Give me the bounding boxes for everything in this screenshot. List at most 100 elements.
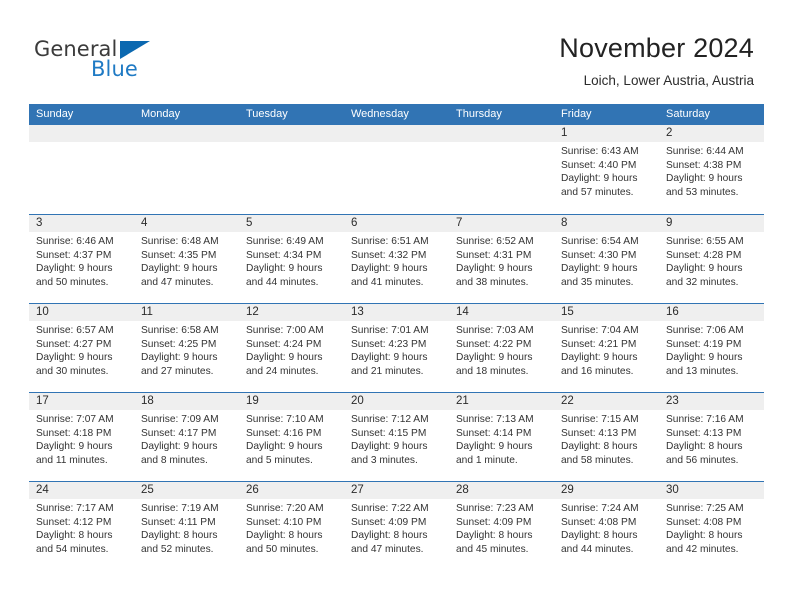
- day-sun-info: Sunrise: 7:03 AM Sunset: 4:22 PM Daylight:…: [449, 321, 554, 378]
- day-cell[interactable]: 16 Sunrise: 7:06 AM Sunset: 4:19 PM Dayligh…: [659, 304, 764, 392]
- day-number: 24: [29, 482, 134, 499]
- calendar-week-row: 10 Sunrise: 6:57 AM Sunset: 4:27 PM Dayligh…: [29, 303, 764, 392]
- daylight-text-line2: and 3 minutes.: [351, 454, 418, 466]
- day-number: 16: [659, 304, 764, 321]
- day-number: 7: [449, 215, 554, 232]
- day-cell[interactable]: 28 Sunrise: 7:23 AM Sunset: 4:09 PM Dayligh…: [449, 482, 554, 570]
- sunrise-text: Sunrise: 7:22 AM: [351, 503, 429, 514]
- day-sun-info: Sunrise: 7:16 AM Sunset: 4:13 PM Daylight:…: [659, 410, 764, 467]
- day-sun-info: Sunrise: 6:58 AM Sunset: 4:25 PM Daylight:…: [134, 321, 239, 378]
- daylight-text-line2: and 47 minutes.: [351, 543, 424, 555]
- day-number: 18: [134, 393, 239, 410]
- day-sun-info: Sunrise: 7:09 AM Sunset: 4:17 PM Daylight:…: [134, 410, 239, 467]
- daylight-text-line1: Daylight: 8 hours: [351, 530, 428, 541]
- calendar-grid: Sunday Monday Tuesday Wednesday Thursday Frid…: [29, 104, 764, 570]
- day-cell[interactable]: 30 Sunrise: 7:25 AM Sunset: 4:08 PM Dayligh…: [659, 482, 764, 570]
- daylight-text-line1: Daylight: 9 hours: [666, 173, 743, 184]
- daylight-text-line1: Daylight: 9 hours: [666, 352, 743, 363]
- calendar-page: General Blue November 2024 Loich, Lower …: [0, 0, 792, 612]
- sunrise-text: Sunrise: 6:57 AM: [36, 325, 114, 336]
- location-subtitle: Loich, Lower Austria, Austria: [583, 73, 754, 88]
- daylight-text-line2: and 44 minutes.: [561, 543, 634, 555]
- day-cell[interactable]: 3 Sunrise: 6:46 AM Sunset: 4:37 PM Daylight…: [29, 215, 134, 303]
- daylight-text-line1: Daylight: 8 hours: [456, 530, 533, 541]
- day-cell[interactable]: 29 Sunrise: 7:24 AM Sunset: 4:08 PM Dayligh…: [554, 482, 659, 570]
- day-cell[interactable]: 13 Sunrise: 7:01 AM Sunset: 4:23 PM Dayligh…: [344, 304, 449, 392]
- day-number: 8: [554, 215, 659, 232]
- calendar-week-row: 1 Sunrise: 6:43 AM Sunset: 4:40 PM Daylight…: [29, 125, 764, 214]
- day-cell[interactable]: 17 Sunrise: 7:07 AM Sunset: 4:18 PM Dayligh…: [29, 393, 134, 481]
- day-cell[interactable]: 15 Sunrise: 7:04 AM Sunset: 4:21 PM Dayligh…: [554, 304, 659, 392]
- day-cell[interactable]: 20 Sunrise: 7:12 AM Sunset: 4:15 PM Dayligh…: [344, 393, 449, 481]
- day-sun-info: Sunrise: 6:43 AM Sunset: 4:40 PM Daylight:…: [554, 142, 659, 199]
- day-number: 21: [449, 393, 554, 410]
- day-cell[interactable]: 14 Sunrise: 7:03 AM Sunset: 4:22 PM Dayligh…: [449, 304, 554, 392]
- day-cell[interactable]: 1 Sunrise: 6:43 AM Sunset: 4:40 PM Daylight…: [554, 125, 659, 214]
- day-cell[interactable]: 21 Sunrise: 7:13 AM Sunset: 4:14 PM Dayligh…: [449, 393, 554, 481]
- daylight-text-line2: and 11 minutes.: [36, 454, 108, 466]
- weekday-header-tuesday: Tuesday: [246, 108, 288, 120]
- daylight-text-line2: and 56 minutes.: [666, 454, 739, 466]
- day-sun-info: Sunrise: 7:01 AM Sunset: 4:23 PM Daylight:…: [344, 321, 449, 378]
- daylight-text-line2: and 50 minutes.: [36, 276, 109, 288]
- day-number: 23: [659, 393, 764, 410]
- day-cell[interactable]: 10 Sunrise: 6:57 AM Sunset: 4:27 PM Dayligh…: [29, 304, 134, 392]
- day-cell[interactable]: 9 Sunrise: 6:55 AM Sunset: 4:28 PM Daylight…: [659, 215, 764, 303]
- day-sun-info: Sunrise: 7:17 AM Sunset: 4:12 PM Daylight:…: [29, 499, 134, 556]
- calendar-week-row: 17 Sunrise: 7:07 AM Sunset: 4:18 PM Dayligh…: [29, 392, 764, 481]
- day-sun-info: Sunrise: 7:20 AM Sunset: 4:10 PM Daylight:…: [239, 499, 344, 556]
- daylight-text-line1: Daylight: 8 hours: [141, 530, 218, 541]
- daylight-text-line2: and 38 minutes.: [456, 276, 529, 288]
- day-number: 12: [239, 304, 344, 321]
- day-cell[interactable]: 5 Sunrise: 6:49 AM Sunset: 4:34 PM Daylight…: [239, 215, 344, 303]
- day-number: 11: [134, 304, 239, 321]
- day-cell[interactable]: 22 Sunrise: 7:15 AM Sunset: 4:13 PM Dayligh…: [554, 393, 659, 481]
- day-cell-empty: [344, 125, 449, 214]
- sunset-text: Sunset: 4:24 PM: [246, 338, 322, 350]
- calendar-weeks: 1 Sunrise: 6:43 AM Sunset: 4:40 PM Daylight…: [29, 125, 764, 570]
- day-cell[interactable]: 6 Sunrise: 6:51 AM Sunset: 4:32 PM Daylight…: [344, 215, 449, 303]
- sunrise-text: Sunrise: 6:44 AM: [666, 146, 744, 157]
- sunset-text: Sunset: 4:19 PM: [666, 338, 742, 350]
- day-cell[interactable]: 12 Sunrise: 7:00 AM Sunset: 4:24 PM Dayligh…: [239, 304, 344, 392]
- weekday-header-friday: Friday: [561, 108, 592, 120]
- daylight-text-line2: and 16 minutes.: [561, 365, 634, 377]
- sunrise-text: Sunrise: 7:01 AM: [351, 325, 429, 336]
- daylight-text-line1: Daylight: 8 hours: [36, 530, 113, 541]
- daylight-text-line2: and 1 minute.: [456, 454, 518, 466]
- day-cell[interactable]: 18 Sunrise: 7:09 AM Sunset: 4:17 PM Dayligh…: [134, 393, 239, 481]
- day-number: 25: [134, 482, 239, 499]
- daylight-text-line2: and 24 minutes.: [246, 365, 319, 377]
- day-cell[interactable]: 24 Sunrise: 7:17 AM Sunset: 4:12 PM Dayligh…: [29, 482, 134, 570]
- sunset-text: Sunset: 4:10 PM: [246, 516, 322, 528]
- day-cell[interactable]: 7 Sunrise: 6:52 AM Sunset: 4:31 PM Daylight…: [449, 215, 554, 303]
- day-cell[interactable]: 23 Sunrise: 7:16 AM Sunset: 4:13 PM Dayligh…: [659, 393, 764, 481]
- sunset-text: Sunset: 4:37 PM: [36, 249, 112, 261]
- day-cell[interactable]: 27 Sunrise: 7:22 AM Sunset: 4:09 PM Dayligh…: [344, 482, 449, 570]
- general-blue-logo[interactable]: General Blue: [34, 38, 214, 84]
- sunrise-text: Sunrise: 7:15 AM: [561, 414, 639, 425]
- daylight-text-line2: and 35 minutes.: [561, 276, 634, 288]
- sunrise-text: Sunrise: 6:51 AM: [351, 236, 429, 247]
- day-cell[interactable]: 4 Sunrise: 6:48 AM Sunset: 4:35 PM Daylight…: [134, 215, 239, 303]
- sunset-text: Sunset: 4:40 PM: [561, 159, 637, 171]
- daylight-text-line1: Daylight: 9 hours: [246, 352, 323, 363]
- day-cell[interactable]: 19 Sunrise: 7:10 AM Sunset: 4:16 PM Dayligh…: [239, 393, 344, 481]
- day-sun-info: Sunrise: 7:15 AM Sunset: 4:13 PM Daylight:…: [554, 410, 659, 467]
- day-cell[interactable]: 26 Sunrise: 7:20 AM Sunset: 4:10 PM Dayligh…: [239, 482, 344, 570]
- day-cell[interactable]: 25 Sunrise: 7:19 AM Sunset: 4:11 PM Dayligh…: [134, 482, 239, 570]
- day-number: 30: [659, 482, 764, 499]
- sunrise-text: Sunrise: 7:03 AM: [456, 325, 534, 336]
- day-number: 28: [449, 482, 554, 499]
- day-sun-info: Sunrise: 6:52 AM Sunset: 4:31 PM Daylight:…: [449, 232, 554, 289]
- sunset-text: Sunset: 4:28 PM: [666, 249, 742, 261]
- sunrise-text: Sunrise: 7:13 AM: [456, 414, 534, 425]
- daylight-text-line1: Daylight: 8 hours: [561, 441, 638, 452]
- day-number: 27: [344, 482, 449, 499]
- page-header: General Blue November 2024 Loich, Lower …: [0, 0, 792, 100]
- day-cell[interactable]: 2 Sunrise: 6:44 AM Sunset: 4:38 PM Daylight…: [659, 125, 764, 214]
- sunrise-text: Sunrise: 7:19 AM: [141, 503, 219, 514]
- day-cell[interactable]: 11 Sunrise: 6:58 AM Sunset: 4:25 PM Dayligh…: [134, 304, 239, 392]
- sunrise-text: Sunrise: 6:48 AM: [141, 236, 219, 247]
- day-cell[interactable]: 8 Sunrise: 6:54 AM Sunset: 4:30 PM Daylight…: [554, 215, 659, 303]
